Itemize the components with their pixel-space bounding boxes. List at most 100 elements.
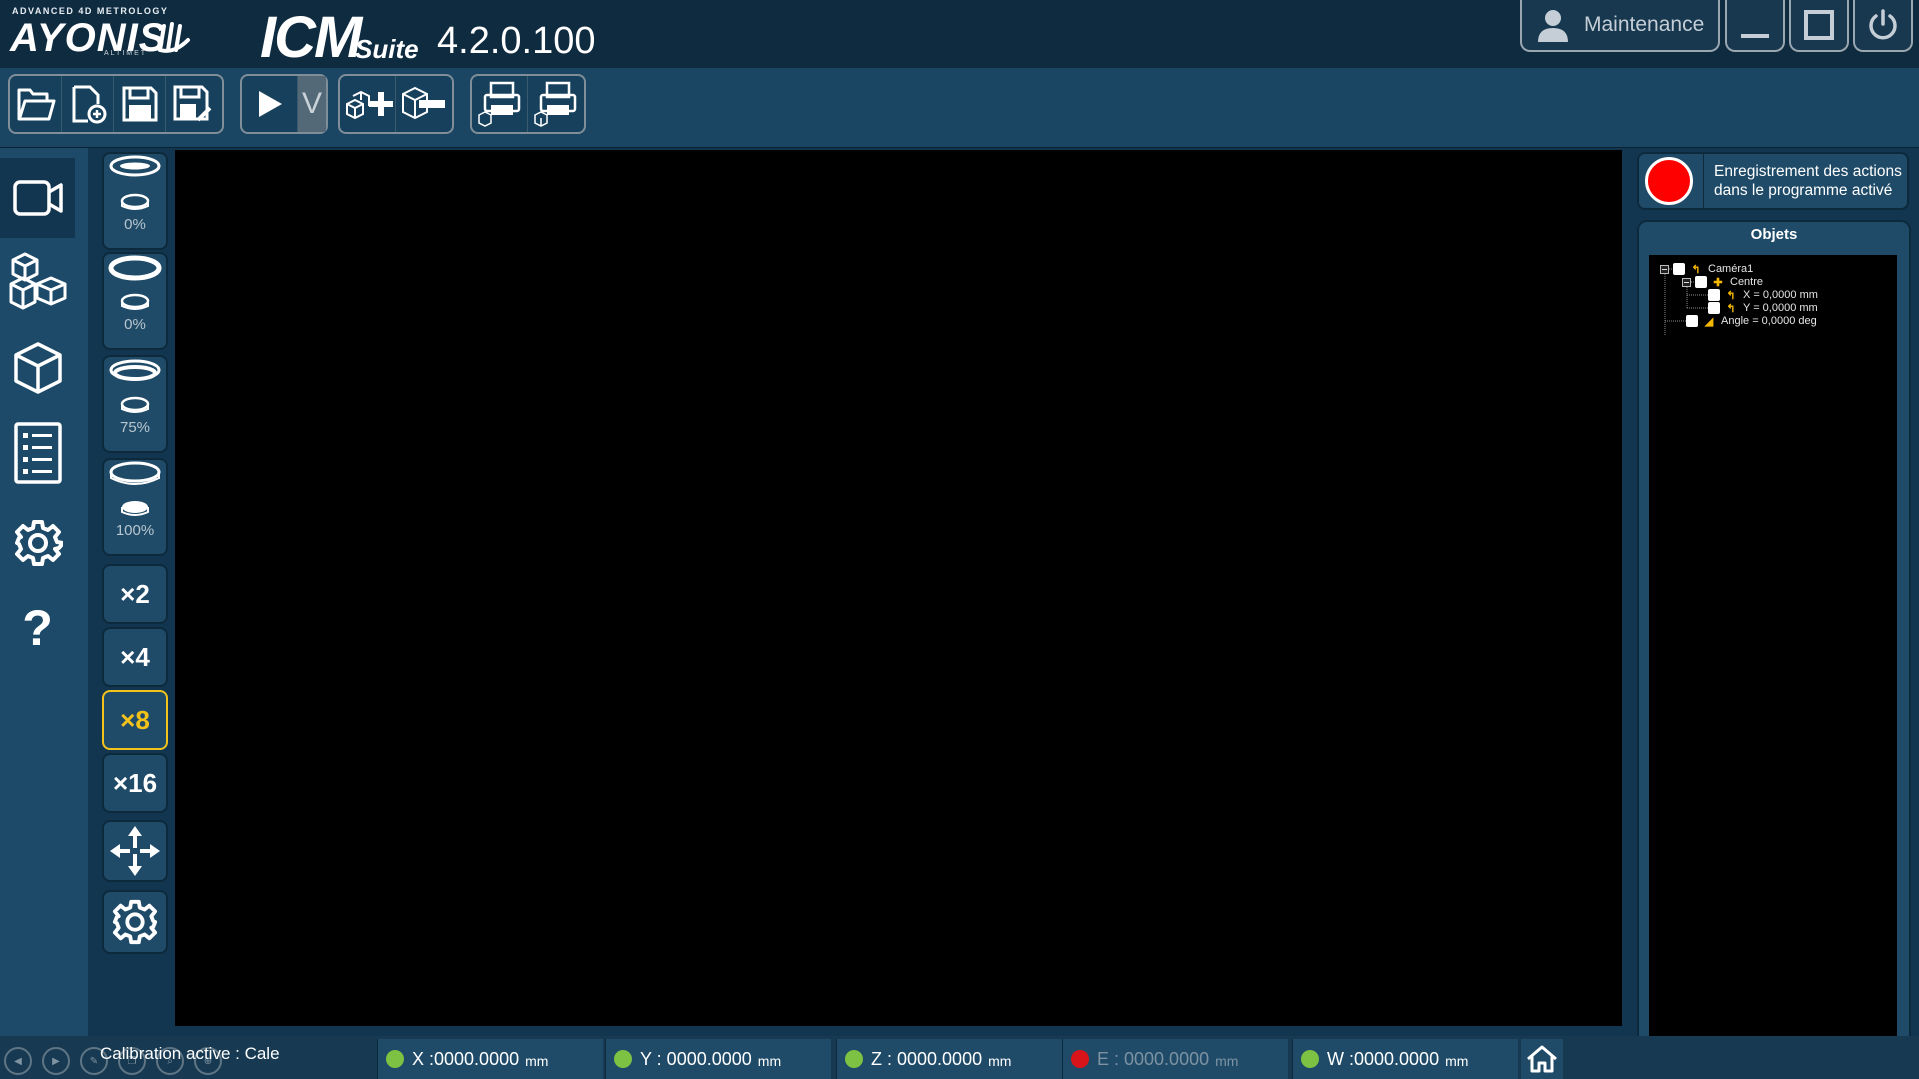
app-window: ADVANCED 4D METROLOGY AYONIS ALTIMET ICM… bbox=[0, 0, 1919, 1079]
status-dot-icon bbox=[1071, 1050, 1089, 1068]
save-as-button[interactable] bbox=[166, 76, 218, 132]
minimize-icon bbox=[1741, 34, 1769, 38]
user-label: Maintenance bbox=[1584, 13, 1705, 36]
camera-settings-button[interactable] bbox=[102, 890, 168, 954]
tree-label: X = 0,0000 mm bbox=[1743, 289, 1818, 301]
coord-x-unit: mm bbox=[525, 1053, 549, 1069]
remove-object-button[interactable] bbox=[396, 76, 452, 132]
coord-z-value: Z : 0000.0000 bbox=[871, 1048, 983, 1069]
status-dot-icon bbox=[614, 1050, 632, 1068]
light-backlight[interactable]: 100% bbox=[102, 458, 168, 556]
camera-icon bbox=[12, 180, 63, 216]
open-button[interactable] bbox=[10, 76, 62, 132]
status-dot-icon bbox=[1301, 1050, 1319, 1068]
nav-help[interactable]: ? bbox=[0, 588, 75, 668]
minimize-button[interactable] bbox=[1725, 0, 1785, 52]
zoom-x16-button[interactable]: ×16 bbox=[102, 753, 168, 813]
light-ring-percent: 0% bbox=[124, 316, 146, 333]
remove-object-icon bbox=[402, 86, 445, 120]
objects-title: Objets bbox=[1750, 226, 1798, 243]
print-icon bbox=[477, 81, 520, 127]
app-version: 4.2.0.100 bbox=[437, 20, 596, 62]
home-button[interactable] bbox=[1521, 1039, 1563, 1079]
light-segment-percent: 75% bbox=[119, 419, 151, 436]
nav-object[interactable] bbox=[0, 328, 75, 408]
objects-tree[interactable]: ↰ Caméra1 ✚ Centre ↰ X = 0,0000 mm ↰ Y =… bbox=[1649, 255, 1897, 1055]
coord-w-unit: mm bbox=[1445, 1053, 1469, 1069]
point-icon: ✚ bbox=[1713, 276, 1723, 289]
tree-label: Caméra1 bbox=[1708, 263, 1754, 275]
zoom-x4-button[interactable]: ×4 bbox=[102, 627, 168, 687]
power-button[interactable] bbox=[1853, 0, 1913, 52]
next-button[interactable]: ▶ bbox=[42, 1047, 70, 1075]
brand-tagline: ADVANCED 4D METROLOGY bbox=[12, 6, 169, 16]
tree-label: Angle = 0,0000 deg bbox=[1721, 315, 1817, 327]
axes-icon: ↰ bbox=[1726, 302, 1736, 315]
coord-y: Y : 0000.0000 mm bbox=[605, 1039, 831, 1079]
list-icon bbox=[13, 422, 62, 484]
zoom-x2-button[interactable]: ×2 bbox=[102, 564, 168, 624]
cube-icon bbox=[13, 342, 62, 394]
recording-label-line1: Enregistrement des actions bbox=[1714, 163, 1902, 180]
print-tools-group bbox=[470, 74, 586, 134]
light-backlight-percent: 100% bbox=[115, 522, 155, 539]
run-button[interactable] bbox=[242, 76, 298, 132]
tree-checkbox[interactable] bbox=[1686, 315, 1698, 327]
tree-checkbox[interactable] bbox=[1708, 302, 1720, 314]
save-button[interactable] bbox=[114, 76, 166, 132]
light-ring-icon bbox=[108, 255, 162, 310]
run-dropdown-button[interactable]: V bbox=[298, 76, 326, 132]
user-button[interactable]: Maintenance bbox=[1520, 0, 1720, 52]
tree-checkbox[interactable] bbox=[1695, 276, 1707, 288]
pencil-icon: ✎ bbox=[89, 1055, 99, 1067]
tree-checkbox[interactable] bbox=[1673, 263, 1685, 275]
angle-icon: ◢ bbox=[1704, 315, 1714, 328]
move-button[interactable] bbox=[102, 820, 168, 882]
product-name: ICM bbox=[260, 5, 362, 70]
coord-z: Z : 0000.0000 mm bbox=[836, 1039, 1062, 1079]
settings-icon bbox=[112, 899, 158, 945]
print-report-button[interactable] bbox=[528, 76, 584, 132]
new-file-button[interactable] bbox=[62, 76, 114, 132]
nav-camera[interactable] bbox=[0, 158, 75, 238]
prev-button[interactable]: ◀ bbox=[4, 1047, 32, 1075]
recording-toggle[interactable]: Enregistrement des actions dans le progr… bbox=[1637, 152, 1909, 210]
run-tools-group: V bbox=[240, 74, 328, 134]
home-icon bbox=[1527, 1045, 1557, 1073]
coord-y-value: Y : 0000.0000 bbox=[640, 1048, 752, 1069]
user-icon bbox=[1538, 10, 1568, 42]
zoom-x8-button[interactable]: ×8 bbox=[102, 690, 168, 750]
light-ring[interactable]: 0% bbox=[102, 252, 168, 350]
light-coaxial[interactable]: 0% bbox=[102, 152, 168, 250]
tree-node-x[interactable]: ↰ X = 0,0000 mm bbox=[1708, 288, 1818, 302]
tree-node-angle[interactable]: ◢ Angle = 0,0000 deg bbox=[1686, 314, 1817, 328]
left-navigation: ? bbox=[0, 148, 88, 1079]
axes-icon: ↰ bbox=[1726, 289, 1736, 302]
brand-sub: ALTIMET bbox=[104, 50, 148, 57]
nav-program[interactable] bbox=[0, 413, 75, 493]
light-backlight-icon bbox=[109, 461, 161, 516]
objects-panel: Objets ↰ Caméra1 ✚ Centre ↰ X = 0,0000 m… bbox=[1637, 220, 1911, 1065]
tree-node-camera[interactable]: ↰ Caméra1 bbox=[1660, 262, 1753, 276]
print-button[interactable] bbox=[472, 76, 528, 132]
tree-node-centre[interactable]: ✚ Centre bbox=[1682, 275, 1763, 289]
collapse-icon[interactable] bbox=[1682, 277, 1691, 287]
tree-checkbox[interactable] bbox=[1708, 289, 1720, 301]
coord-e-unit: mm bbox=[1215, 1053, 1239, 1069]
help-icon: ? bbox=[22, 600, 53, 656]
maximize-button[interactable] bbox=[1789, 0, 1849, 52]
axes-icon: ↰ bbox=[1691, 263, 1701, 276]
collapse-icon[interactable] bbox=[1660, 264, 1669, 274]
object-tools-group bbox=[338, 74, 454, 134]
nav-settings[interactable] bbox=[0, 503, 75, 583]
tree-label: Y = 0,0000 mm bbox=[1743, 302, 1818, 314]
dropdown-v-icon: V bbox=[301, 87, 322, 120]
coord-z-unit: mm bbox=[988, 1053, 1012, 1069]
open-folder-icon bbox=[17, 88, 55, 121]
status-dot-icon bbox=[386, 1050, 404, 1068]
light-segment[interactable]: 75% bbox=[102, 355, 168, 453]
add-object-button[interactable] bbox=[340, 76, 396, 132]
nav-assemblies[interactable] bbox=[0, 240, 75, 320]
tree-node-y[interactable]: ↰ Y = 0,0000 mm bbox=[1708, 301, 1818, 315]
camera-viewport[interactable] bbox=[175, 150, 1622, 1026]
